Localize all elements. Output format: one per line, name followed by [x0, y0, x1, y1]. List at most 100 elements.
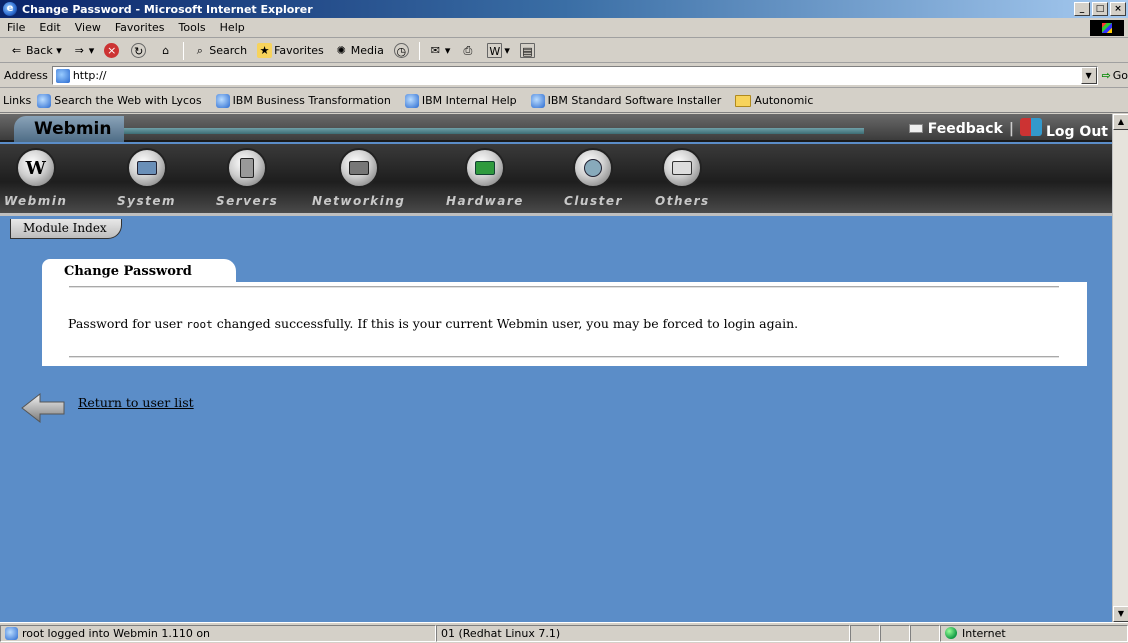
favorites-button[interactable]: ★ Favorites	[252, 43, 329, 58]
menu-view[interactable]: View	[68, 21, 108, 34]
menu-file[interactable]: File	[0, 21, 32, 34]
page-viewport: Webmin Feedback | Log Out W Webmin Syste…	[0, 114, 1112, 622]
media-button[interactable]: ✺ Media	[329, 43, 389, 58]
search-icon: ⌕	[196, 44, 203, 57]
mail-button[interactable]: ✉ ▾	[423, 43, 456, 58]
vertical-scrollbar[interactable]: ▲ ▼	[1112, 114, 1128, 622]
category-hardware[interactable]: Hardware	[446, 148, 524, 208]
toolbar-separator	[183, 41, 185, 60]
forward-dropdown-icon[interactable]: ▾	[89, 44, 95, 57]
home-icon: ⌂	[162, 44, 170, 57]
back-arrow-icon[interactable]	[20, 390, 66, 426]
address-url[interactable]: http://	[73, 69, 107, 82]
category-nav: W Webmin System Servers Networking Hardw…	[0, 144, 1112, 216]
media-label: Media	[350, 44, 384, 57]
link-ibm-installer[interactable]: IBM Standard Software Installer	[530, 93, 722, 108]
back-button[interactable]: ⇐ Back ▾	[4, 43, 67, 58]
link-autonomic-folder[interactable]: Autonomic	[735, 94, 813, 107]
bottom-divider	[69, 356, 1059, 358]
category-networking[interactable]: Networking	[312, 148, 405, 208]
folder-icon	[735, 94, 752, 107]
links-label: Links	[3, 94, 32, 107]
refresh-button[interactable]: ↻	[126, 43, 153, 58]
minimize-button[interactable]: _	[1074, 2, 1090, 16]
mail-dropdown-icon[interactable]: ▾	[445, 44, 451, 57]
menu-help[interactable]: Help	[213, 21, 252, 34]
system-icon	[126, 148, 167, 188]
menu-favorites[interactable]: Favorites	[108, 21, 172, 34]
others-icon	[662, 148, 703, 188]
browser-window: e Change Password - Microsoft Internet E…	[0, 0, 1128, 643]
menu-bar: File Edit View Favorites Tools Help	[0, 18, 1128, 38]
refresh-icon: ↻	[131, 43, 147, 58]
discuss-button[interactable]: ▤	[515, 43, 542, 58]
hardware-icon	[464, 148, 505, 188]
window-title: Change Password - Microsoft Internet Exp…	[22, 2, 313, 16]
go-arrow-icon: ⇨	[1101, 69, 1111, 82]
status-zone: Internet	[940, 624, 1128, 642]
scroll-down-icon[interactable]: ▼	[1113, 606, 1128, 622]
header-accent-bar	[124, 128, 864, 134]
message-username: root	[186, 318, 213, 331]
feedback-link[interactable]: Feedback	[908, 121, 1003, 137]
webmin-header: Webmin Feedback | Log Out	[0, 114, 1112, 142]
category-others[interactable]: Others	[655, 148, 710, 208]
status-text-left: root logged into Webmin 1.110 on	[22, 626, 211, 640]
category-cluster[interactable]: Cluster	[564, 148, 623, 208]
category-system[interactable]: System	[117, 148, 176, 208]
link-label: IBM Internal Help	[421, 94, 517, 107]
stop-button[interactable]: ×	[99, 43, 126, 58]
window-controls: _ □ ×	[1074, 2, 1126, 16]
ie-page-icon	[530, 93, 545, 108]
search-button[interactable]: ⌕ Search	[187, 43, 252, 58]
edit-dropdown-icon[interactable]: ▾	[504, 44, 510, 57]
close-button[interactable]: ×	[1110, 2, 1126, 16]
globe-icon	[945, 627, 957, 639]
menu-edit[interactable]: Edit	[32, 21, 67, 34]
category-label: Hardware	[446, 194, 524, 208]
go-button[interactable]: ⇨ Go	[1102, 69, 1128, 82]
link-lycos[interactable]: Search the Web with Lycos	[37, 93, 202, 108]
category-label: Servers	[216, 194, 279, 208]
menu-tools[interactable]: Tools	[172, 21, 213, 34]
home-button[interactable]: ⌂	[153, 43, 180, 58]
category-webmin[interactable]: W Webmin	[4, 148, 67, 208]
return-row: Return to user list	[20, 390, 194, 426]
history-icon: ◷	[393, 43, 409, 58]
favorites-label: Favorites	[274, 44, 324, 57]
address-input[interactable]: http:// ▼	[51, 66, 1098, 85]
history-button[interactable]: ◷	[389, 43, 416, 58]
logout-link[interactable]: Log Out	[1020, 118, 1108, 140]
stop-icon: ×	[104, 43, 120, 58]
link-ibm-help[interactable]: IBM Internal Help	[404, 93, 517, 108]
scroll-up-icon[interactable]: ▲	[1113, 114, 1128, 130]
module-index-link[interactable]: Module Index	[10, 219, 122, 239]
category-label: Others	[655, 194, 710, 208]
ie-page-icon	[404, 93, 419, 108]
category-label: Cluster	[564, 194, 623, 208]
edit-button[interactable]: W ▾	[482, 43, 515, 58]
return-to-user-list-link[interactable]: Return to user list	[78, 395, 194, 410]
back-dropdown-icon[interactable]: ▾	[53, 44, 62, 57]
servers-icon	[227, 148, 268, 188]
status-progress	[850, 624, 880, 642]
link-label: IBM Standard Software Installer	[547, 94, 722, 107]
feedback-label: Feedback	[927, 121, 1003, 137]
cluster-icon	[573, 148, 614, 188]
print-icon: ⎙	[463, 44, 473, 57]
address-bar: Address http:// ▼ ⇨ Go	[0, 64, 1128, 88]
maximize-button[interactable]: □	[1092, 2, 1108, 16]
status-main: root logged into Webmin 1.110 on	[0, 624, 436, 642]
status-text-middle: 01 (Redhat Linux 7.1)	[441, 626, 561, 640]
ie-page-icon	[215, 93, 230, 108]
category-servers[interactable]: Servers	[216, 148, 278, 208]
logout-icon	[1020, 118, 1042, 136]
print-button[interactable]: ⎙	[455, 43, 482, 58]
link-ibm-business[interactable]: IBM Business Transformation	[215, 93, 391, 108]
toolbar-separator	[418, 41, 420, 60]
address-dropdown-icon[interactable]: ▼	[1080, 67, 1097, 84]
content-panel: Password for user root changed successfu…	[42, 282, 1087, 366]
address-label: Address	[4, 69, 48, 82]
message-suffix: changed successfully. If this is your cu…	[216, 316, 799, 331]
forward-button[interactable]: ⇒ ▾	[67, 43, 100, 58]
